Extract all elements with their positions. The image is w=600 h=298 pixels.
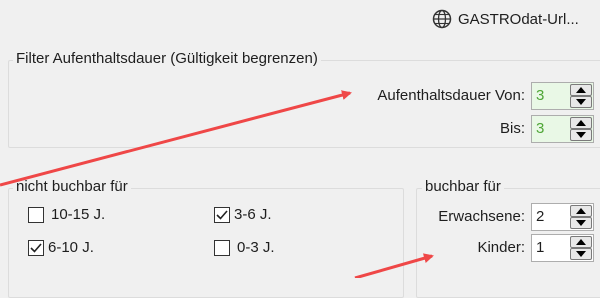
duration-from-value[interactable]: 3 bbox=[536, 86, 544, 106]
bookable-title: buchbar für bbox=[422, 178, 504, 196]
arrow-down-icon bbox=[576, 220, 586, 226]
children-value[interactable]: 1 bbox=[536, 238, 544, 258]
checkbox-10-15-label: 10-15 J. bbox=[51, 206, 106, 223]
duration-from-label: Aufenthaltsdauer Von: bbox=[377, 87, 525, 104]
arrow-down-icon bbox=[576, 99, 586, 105]
adults-stepper[interactable]: 2 bbox=[531, 203, 594, 231]
decrement-button[interactable] bbox=[570, 248, 592, 260]
checkbox-10-15[interactable] bbox=[28, 207, 44, 223]
arrow-down-icon bbox=[576, 132, 586, 138]
checkbox-6-10[interactable] bbox=[28, 240, 44, 256]
arrow-down-icon bbox=[576, 251, 586, 257]
increment-button[interactable] bbox=[570, 84, 592, 96]
increment-button[interactable] bbox=[570, 236, 592, 248]
duration-from-stepper[interactable]: 3 bbox=[531, 82, 594, 110]
decrement-button[interactable] bbox=[570, 129, 592, 141]
decrement-button[interactable] bbox=[570, 217, 592, 229]
gastrodat-url-label: GASTROdat-Url... bbox=[458, 10, 579, 28]
filter-duration-title: Filter Aufenthaltsdauer (Gültigkeit begr… bbox=[13, 50, 321, 68]
checkbox-6-10-label: 6-10 J. bbox=[48, 239, 94, 256]
globe-icon bbox=[432, 9, 452, 29]
duration-to-value[interactable]: 3 bbox=[536, 119, 544, 139]
check-icon bbox=[30, 243, 42, 253]
adults-value[interactable]: 2 bbox=[536, 207, 544, 227]
decrement-button[interactable] bbox=[570, 96, 592, 108]
not-bookable-title: nicht buchbar für bbox=[13, 178, 131, 196]
check-icon bbox=[216, 210, 228, 220]
arrow-up-icon bbox=[576, 87, 586, 93]
duration-to-label: Bis: bbox=[499, 120, 525, 137]
increment-button[interactable] bbox=[570, 205, 592, 217]
adults-label: Erwachsene: bbox=[438, 208, 525, 225]
checkbox-0-3-label: 0-3 J. bbox=[237, 239, 275, 256]
arrow-up-icon bbox=[576, 239, 586, 245]
gastrodat-url-button[interactable]: GASTROdat-Url... bbox=[432, 9, 579, 29]
arrow-up-icon bbox=[576, 120, 586, 126]
checkbox-0-3[interactable] bbox=[214, 240, 230, 256]
arrow-up-icon bbox=[576, 208, 586, 214]
checkbox-3-6-label: 3-6 J. bbox=[234, 206, 272, 223]
children-label: Kinder: bbox=[477, 239, 525, 256]
duration-to-stepper[interactable]: 3 bbox=[531, 115, 594, 143]
checkbox-3-6[interactable] bbox=[214, 207, 230, 223]
increment-button[interactable] bbox=[570, 117, 592, 129]
children-stepper[interactable]: 1 bbox=[531, 234, 594, 262]
